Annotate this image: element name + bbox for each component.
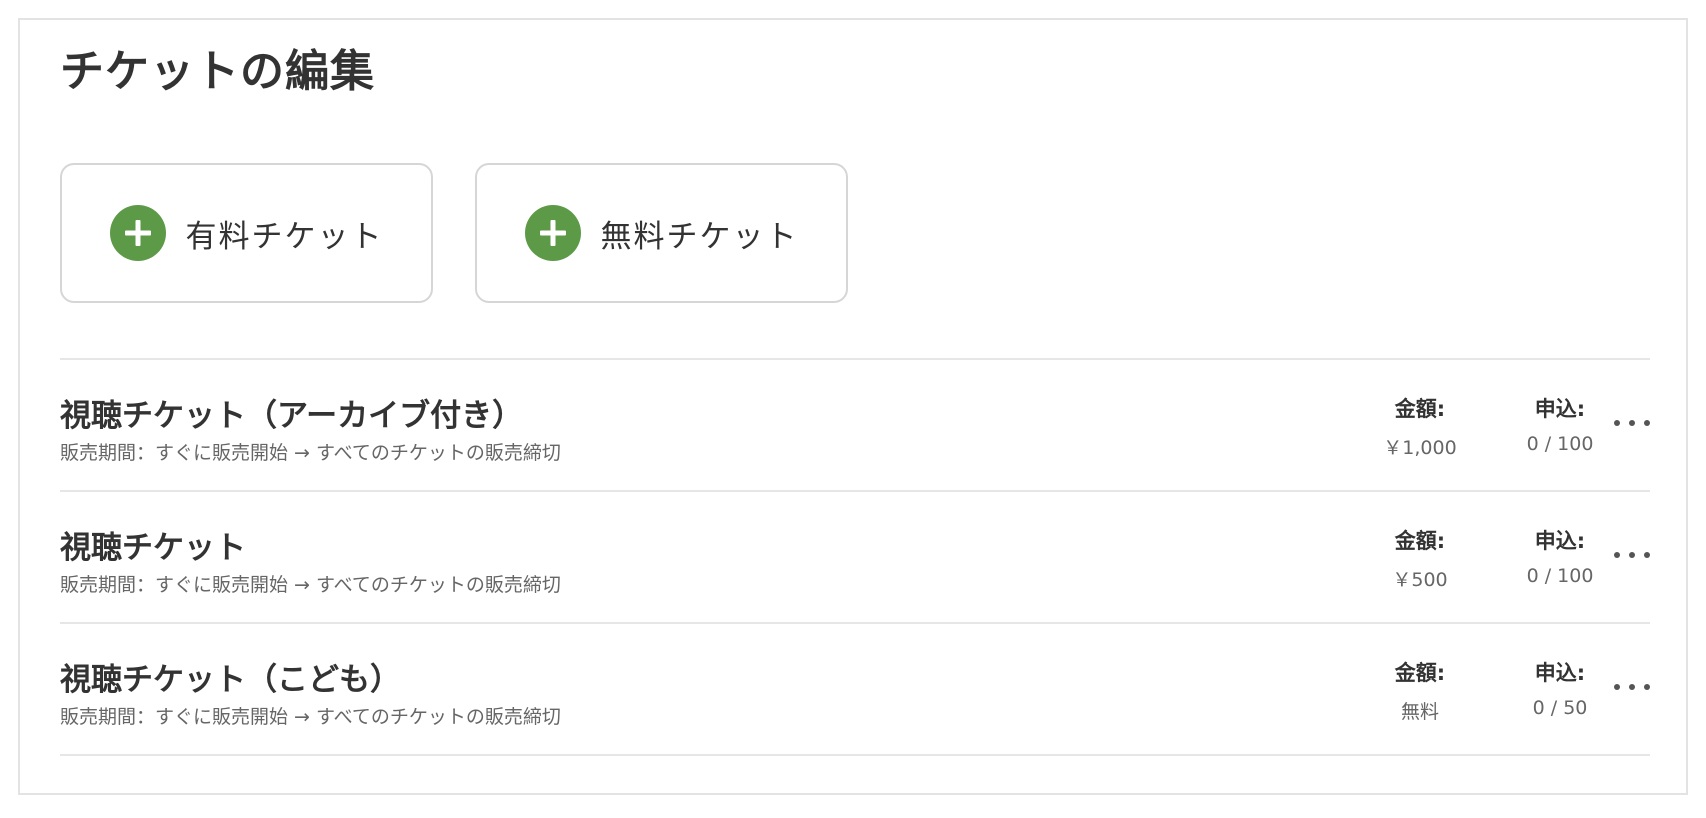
ticket-applications: 申込: 0 / 50 <box>1500 657 1620 719</box>
add-free-ticket-label: 無料チケット <box>600 218 799 255</box>
applications-label: 申込: <box>1534 661 1586 685</box>
ticket-price: 金額: 無料 <box>1360 657 1480 724</box>
ticket-row[interactable]: 視聴チケット（こども） 販売期間：すぐに販売開始 → すべてのチケットの販売締切… <box>60 624 1650 756</box>
plus-circle-icon <box>109 205 166 261</box>
add-free-ticket-button[interactable]: 無料チケット <box>475 163 848 303</box>
applications-value: 0 / 50 <box>1532 697 1588 719</box>
ticket-list: 視聴チケット（アーカイブ付き） 販売期間：すぐに販売開始 → すべてのチケットの… <box>60 358 1650 756</box>
more-options-icon[interactable] <box>1614 408 1650 438</box>
price-label: 金額: <box>1394 661 1446 685</box>
ticket-row[interactable]: 視聴チケット 販売期間：すぐに販売開始 → すべてのチケットの販売締切 金額: … <box>60 492 1650 624</box>
applications-label: 申込: <box>1534 529 1586 553</box>
price-value: ￥500 <box>1392 569 1448 591</box>
ticket-name: 視聴チケット（こども） <box>60 662 401 698</box>
ticket-edit-panel: チケットの編集 有料チケット 無料チケット 視聴チケット（アーカイブ付き） 販売… <box>18 18 1688 795</box>
ticket-applications: 申込: 0 / 100 <box>1500 525 1620 587</box>
ticket-price: 金額: ￥500 <box>1360 525 1480 592</box>
add-paid-ticket-label: 有料チケット <box>185 218 384 255</box>
applications-value: 0 / 100 <box>1526 433 1594 455</box>
page-title: チケットの編集 <box>60 46 375 97</box>
ticket-row[interactable]: 視聴チケット（アーカイブ付き） 販売期間：すぐに販売開始 → すべてのチケットの… <box>60 360 1650 492</box>
price-value: ￥1,000 <box>1383 437 1457 459</box>
more-options-icon[interactable] <box>1614 540 1650 570</box>
price-label: 金額: <box>1394 529 1446 553</box>
price-label: 金額: <box>1394 397 1446 421</box>
ticket-applications: 申込: 0 / 100 <box>1500 393 1620 455</box>
ticket-name: 視聴チケット <box>60 530 246 566</box>
applications-value: 0 / 100 <box>1526 565 1594 587</box>
plus-circle-icon <box>524 205 581 261</box>
price-value: 無料 <box>1400 701 1439 723</box>
more-options-icon[interactable] <box>1614 672 1650 702</box>
ticket-sales-period: 販売期間：すぐに販売開始 → すべてのチケットの販売締切 <box>60 574 561 596</box>
applications-label: 申込: <box>1534 397 1586 421</box>
ticket-sales-period: 販売期間：すぐに販売開始 → すべてのチケットの販売締切 <box>60 442 561 464</box>
ticket-sales-period: 販売期間：すぐに販売開始 → すべてのチケットの販売締切 <box>60 706 561 728</box>
ticket-price: 金額: ￥1,000 <box>1360 393 1480 460</box>
add-paid-ticket-button[interactable]: 有料チケット <box>60 163 433 303</box>
ticket-name: 視聴チケット（アーカイブ付き） <box>60 398 524 434</box>
